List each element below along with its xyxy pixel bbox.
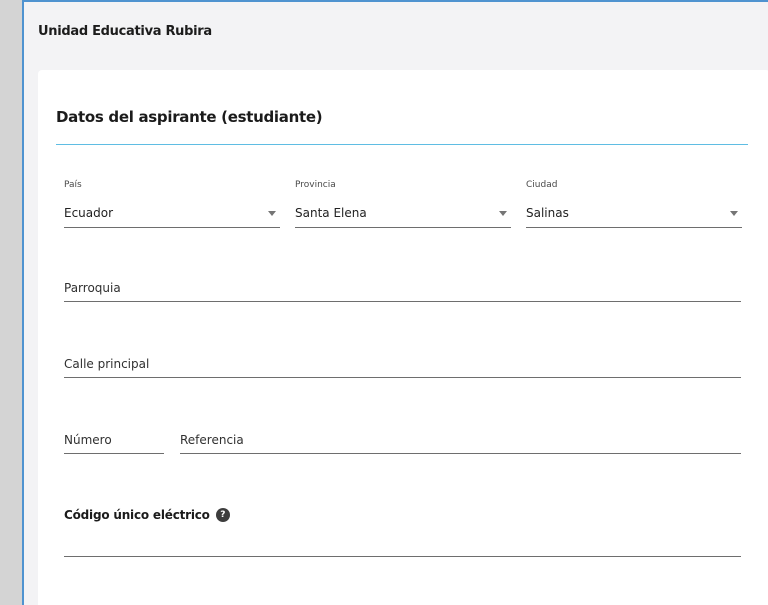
code-input[interactable] — [64, 530, 741, 557]
code-label-text: Código único eléctrico — [64, 508, 210, 522]
caret-down-icon — [268, 211, 276, 216]
section-title: Datos del aspirante (estudiante) — [56, 108, 323, 126]
section-divider — [56, 144, 748, 145]
caret-down-icon — [730, 211, 738, 216]
country-select[interactable]: País Ecuador — [64, 180, 280, 228]
province-label: Provincia — [295, 180, 336, 190]
reference-input[interactable]: Referencia — [180, 422, 741, 454]
province-value: Santa Elena — [295, 206, 367, 220]
city-value: Salinas — [526, 206, 569, 220]
main-street-placeholder: Calle principal — [64, 357, 150, 371]
reference-placeholder: Referencia — [180, 433, 244, 447]
number-input[interactable]: Número — [64, 422, 164, 454]
country-label: País — [64, 180, 82, 190]
code-label: Código único eléctrico ? — [64, 508, 230, 522]
form-card: Datos del aspirante (estudiante) País Ec… — [38, 70, 768, 605]
parish-placeholder: Parroquia — [64, 281, 121, 295]
number-placeholder: Número — [64, 433, 112, 447]
main-street-input[interactable]: Calle principal — [64, 346, 741, 378]
caret-down-icon — [499, 211, 507, 216]
parish-input[interactable]: Parroquia — [64, 270, 741, 302]
province-select[interactable]: Provincia Santa Elena — [295, 180, 511, 228]
app-title: Unidad Educativa Rubira — [38, 24, 212, 39]
country-value: Ecuador — [64, 206, 114, 220]
app-window: Unidad Educativa Rubira Datos del aspira… — [22, 0, 768, 605]
city-label: Ciudad — [526, 180, 558, 190]
question-circle-icon[interactable]: ? — [215, 508, 230, 522]
city-select[interactable]: Ciudad Salinas — [526, 180, 742, 228]
